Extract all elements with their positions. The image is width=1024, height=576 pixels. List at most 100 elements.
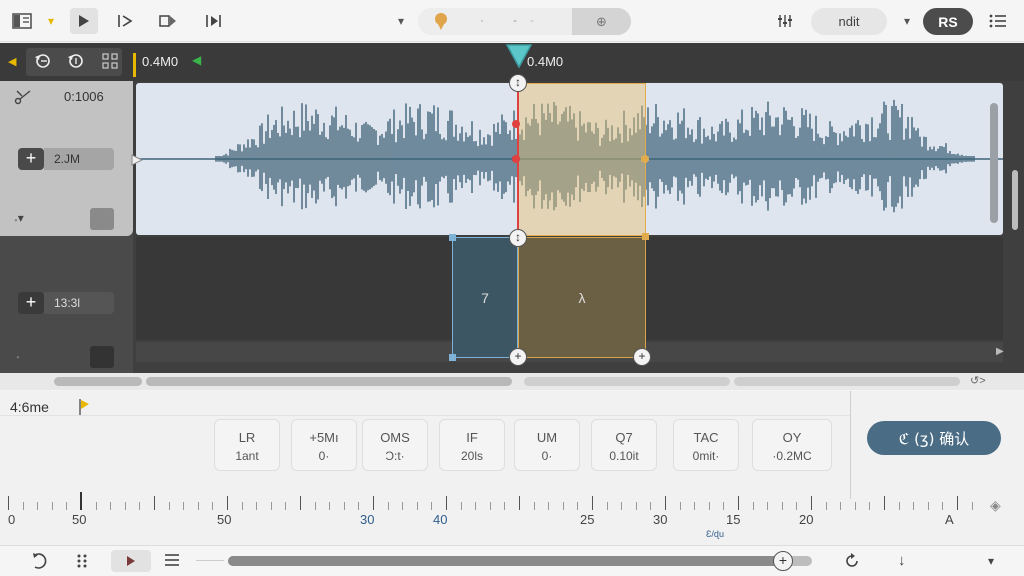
dropdown-arrow-icon[interactable]: ▾ [42, 8, 60, 34]
play-button[interactable] [70, 8, 98, 34]
scale-tick [679, 502, 681, 510]
duration-label: 4:6me [10, 399, 49, 415]
scale-tick [708, 502, 710, 510]
rewind-icon[interactable] [843, 552, 861, 575]
blue-corner-handle[interactable] [449, 234, 456, 241]
playhead-mid-handle[interactable]: ↕ [509, 229, 527, 247]
list-icon[interactable] [164, 553, 180, 572]
redo-icon[interactable] [66, 51, 86, 76]
param-sm[interactable]: +5Mı 0· [291, 419, 357, 471]
footer-play-button[interactable] [111, 550, 151, 572]
mixer-icon[interactable] [774, 8, 796, 34]
scroll-thumb[interactable] [54, 377, 142, 386]
param-um[interactable]: UM 0· [514, 419, 580, 471]
confirm-button[interactable]: ℭ (ʒ) 确认 [867, 421, 1001, 455]
scale-tick [723, 502, 725, 510]
param-q7[interactable]: Q7 0.10it [591, 419, 657, 471]
scale-tick [183, 502, 185, 510]
split-button[interactable]: ⊕ [572, 8, 631, 35]
scale-tick [110, 502, 112, 510]
scale-tick [635, 502, 637, 510]
scroll-left-icon[interactable]: ◀ [8, 55, 16, 68]
edit-button[interactable]: ndit [811, 8, 887, 35]
param-oms[interactable]: OMS Ɔ:t· [362, 419, 428, 471]
progress-add-handle[interactable]: + [773, 551, 793, 571]
scale-tick [957, 496, 958, 510]
gain-field[interactable]: 13:3l [44, 292, 114, 314]
mute-toggle[interactable] [90, 346, 114, 368]
scale-tick [241, 502, 243, 510]
gain-field[interactable]: 2.JM [44, 148, 114, 170]
scale-tick [329, 502, 331, 510]
scale-tick [971, 502, 973, 510]
scale-tick [446, 496, 447, 510]
yellow-clip[interactable]: λ [518, 237, 646, 358]
add-track-button[interactable]: + [18, 292, 44, 314]
scale-tick [752, 502, 754, 510]
scale-tick [898, 502, 900, 510]
blue-corner-handle[interactable] [449, 354, 456, 361]
menu-icon[interactable] [986, 8, 1010, 34]
volume-icon[interactable]: 𝆹▾ [14, 211, 24, 226]
scale-tick [796, 502, 798, 510]
param-label: LR [238, 430, 256, 445]
mode-dropdown-icon[interactable]: ▾ [392, 8, 410, 34]
scale-tick [314, 502, 316, 510]
horizontal-scrollbar[interactable]: ↺> [0, 373, 1024, 390]
zoom-handle-icon[interactable]: ◈ [990, 497, 1001, 514]
yellow-selection-region[interactable] [518, 83, 646, 236]
scroll-end-icon[interactable]: ↺> [970, 374, 986, 387]
download-icon[interactable]: ↓ [898, 552, 906, 569]
blue-clip[interactable]: 7 [452, 237, 518, 358]
scale-tick [592, 496, 593, 510]
param-lr[interactable]: LR 1ant [214, 419, 280, 471]
marker-icon[interactable] [76, 397, 92, 422]
scale-tick [358, 502, 360, 510]
loop-icon[interactable] [32, 552, 48, 575]
scale-tick [840, 502, 842, 510]
scroll-right-icon[interactable]: ▶ [996, 346, 1004, 357]
scale-label: 30 [653, 512, 668, 527]
scale-label: 40 [433, 512, 448, 527]
param-value: 0mit· [692, 449, 720, 463]
add-point-handle[interactable]: + [509, 348, 527, 366]
undo-icon[interactable] [33, 51, 53, 76]
step-forward-icon[interactable] [112, 8, 140, 34]
vertical-scrollbar-track[interactable] [1012, 170, 1018, 230]
footer-dropdown-icon[interactable]: ▾ [988, 554, 994, 568]
param-value: 0· [541, 449, 553, 463]
scroll-thumb[interactable] [146, 377, 512, 386]
split-clip-icon[interactable] [154, 8, 182, 34]
scale-tick [577, 502, 579, 510]
add-track-button[interactable]: + [18, 148, 44, 170]
clip-start-handle-icon[interactable] [131, 153, 144, 171]
skip-end-icon[interactable] [200, 8, 228, 34]
vertical-scrollbar[interactable] [990, 103, 998, 223]
volume-icon[interactable]: 𝆹 [16, 348, 20, 363]
scale-tick [139, 502, 141, 510]
user-avatar[interactable]: RS [923, 8, 973, 35]
scroll-thumb[interactable] [734, 377, 960, 386]
drag-handle-icon[interactable] [76, 553, 88, 574]
layout-icon[interactable] [8, 8, 36, 34]
param-oy[interactable]: OY ·0.2MC [752, 419, 832, 471]
param-if[interactable]: IF 20ls [439, 419, 505, 471]
param-tac[interactable]: TAC 0mit· [673, 419, 739, 471]
gain-value: 13:3l [54, 296, 81, 310]
param-label: IF [466, 430, 478, 445]
grid-icon[interactable] [102, 53, 118, 74]
yellow-corner-handle[interactable] [642, 233, 649, 240]
playhead-top-handle[interactable]: ↕ [509, 74, 527, 92]
mute-toggle[interactable] [90, 208, 114, 230]
playhead-dot [512, 155, 520, 163]
scale-label: A [945, 512, 954, 527]
in-marker[interactable] [133, 53, 136, 77]
edit-dropdown-icon[interactable]: ▾ [898, 8, 916, 34]
scale-tick [533, 502, 535, 510]
cut-icon[interactable] [14, 89, 32, 110]
scale-tick [738, 496, 739, 510]
trim-handle[interactable]: + [633, 348, 651, 366]
marker-slider[interactable]: · - - [418, 8, 572, 35]
scroll-thumb[interactable] [524, 377, 730, 386]
marker-control-group[interactable]: · - - ⊕ [418, 8, 631, 35]
